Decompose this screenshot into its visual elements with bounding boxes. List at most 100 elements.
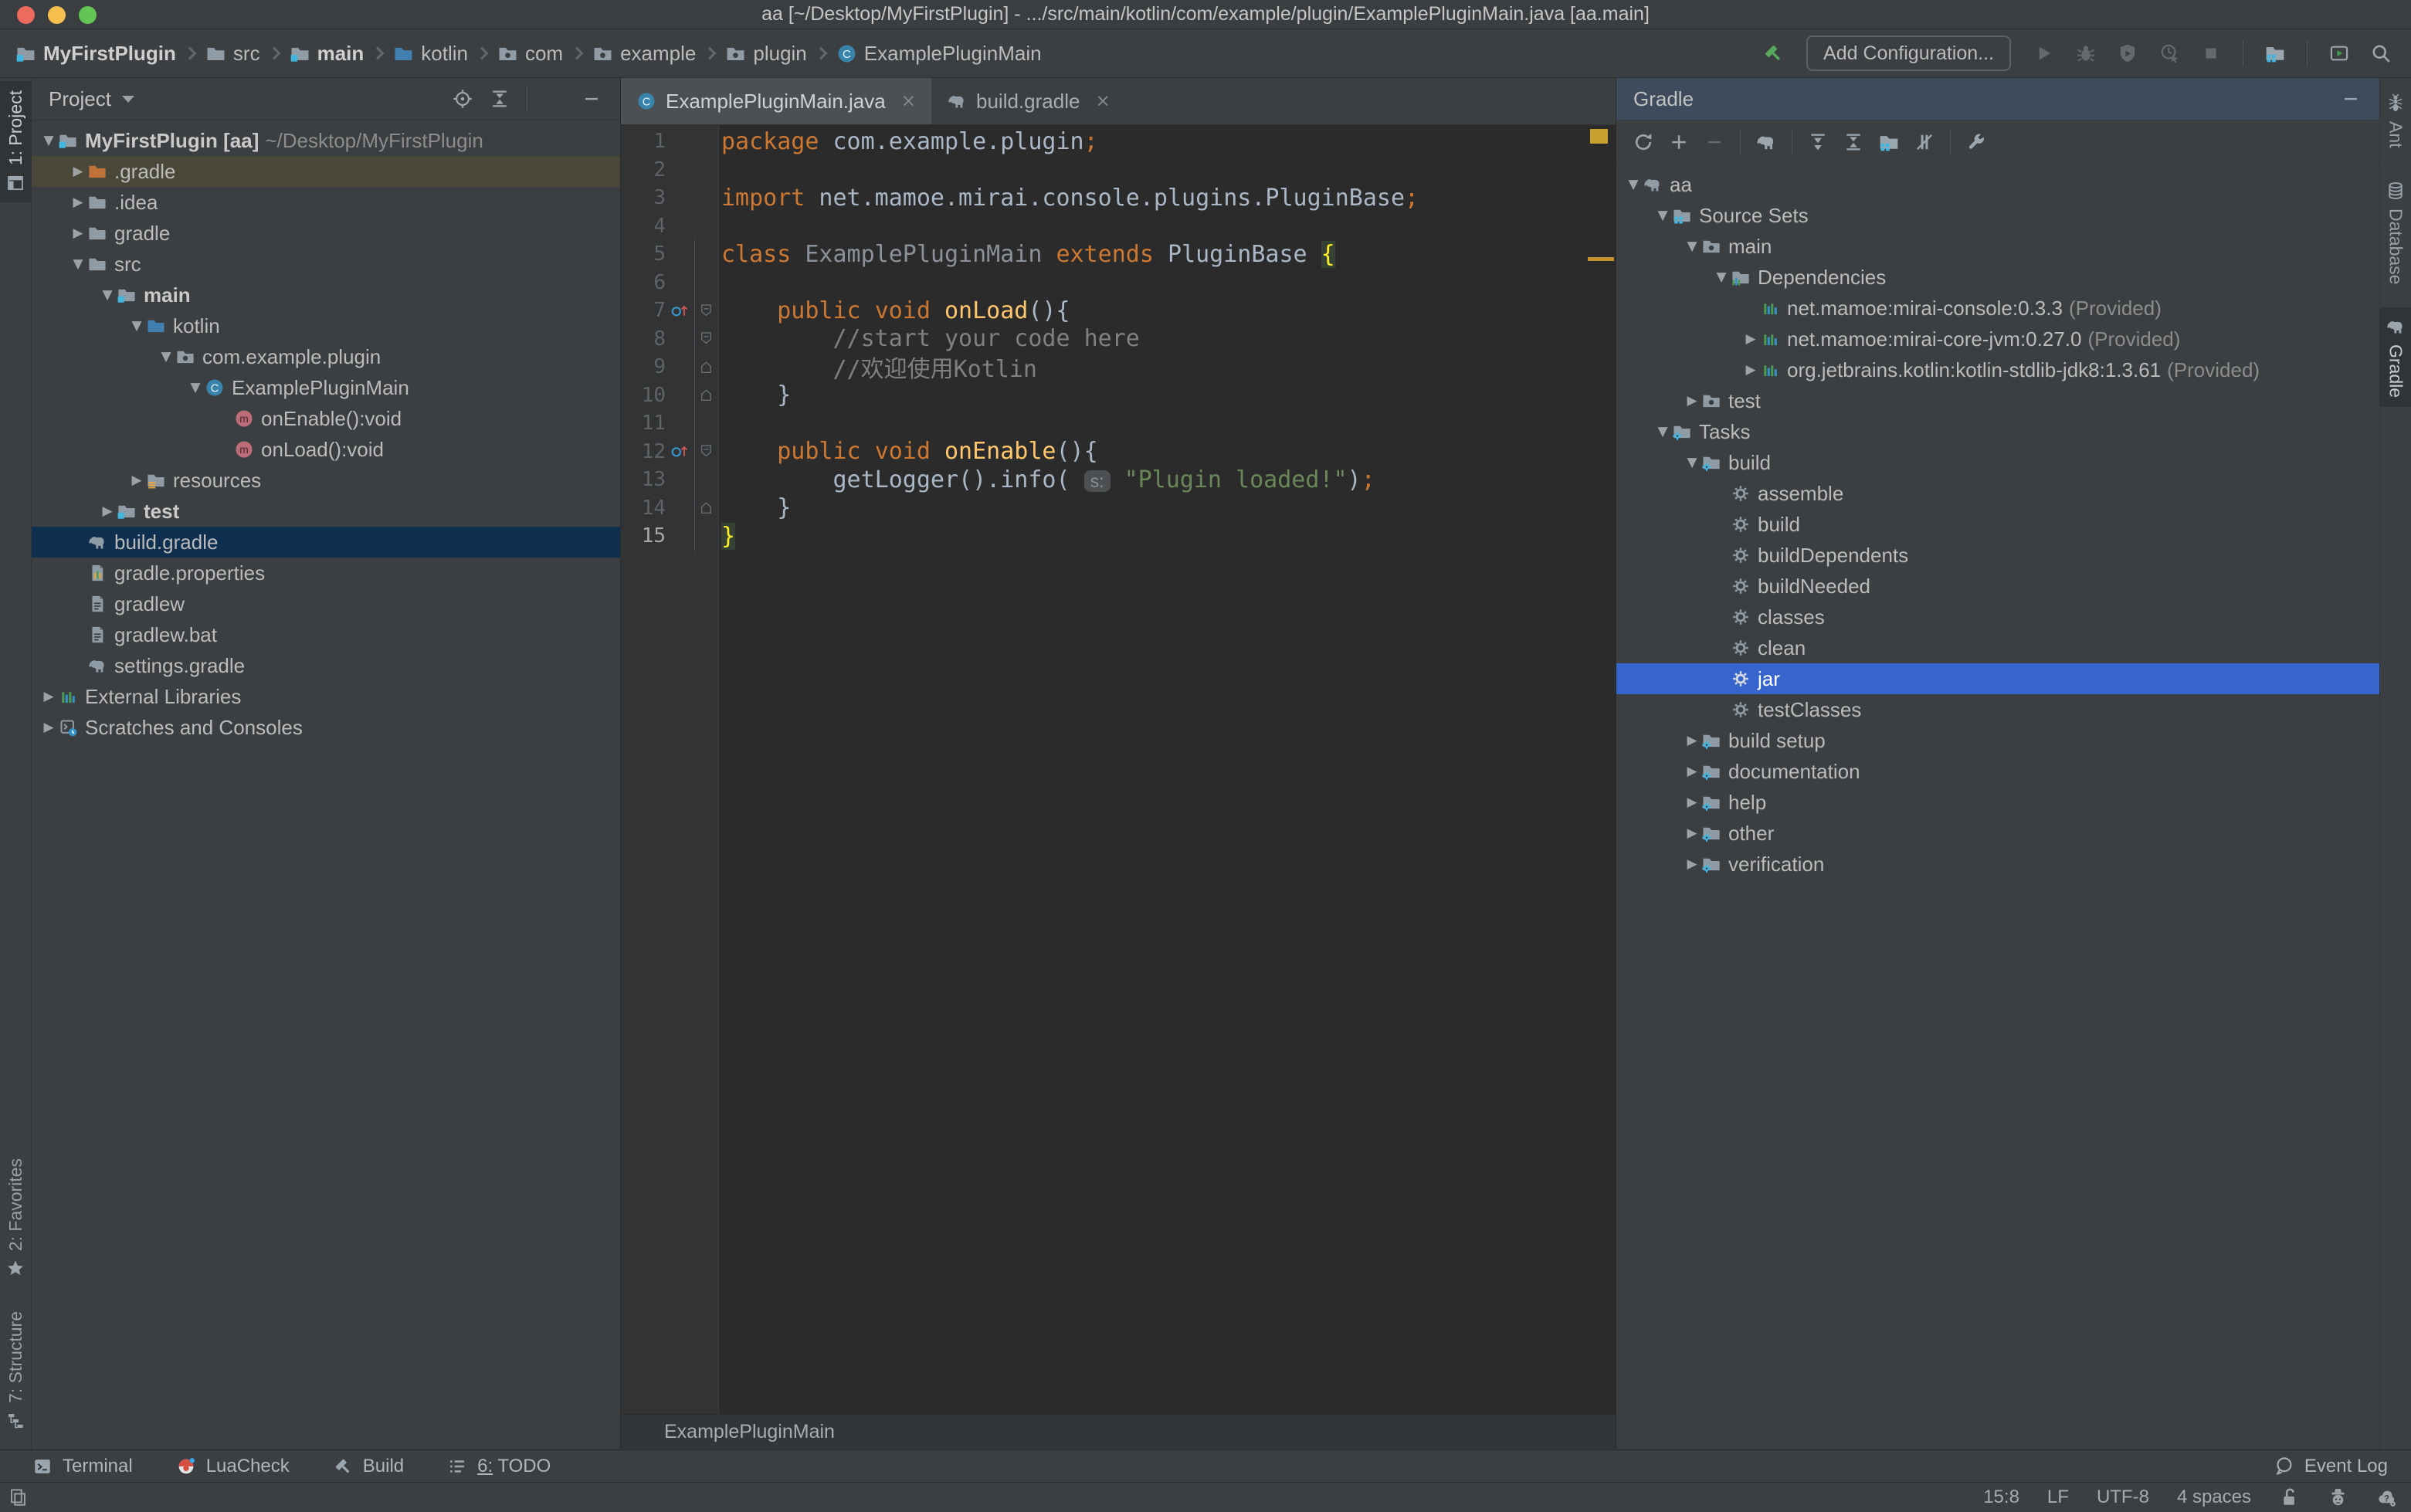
fold-marker[interactable]: [693, 331, 718, 346]
warning-stripe-mark[interactable]: [1588, 257, 1614, 261]
tree-collapsed-arrow-icon[interactable]: ▶: [39, 689, 58, 704]
hide-button[interactable]: [575, 83, 608, 115]
ide-updates[interactable]: [2376, 1487, 2397, 1508]
fold-marker[interactable]: [693, 360, 718, 375]
code-line-15[interactable]: 15}: [621, 522, 1616, 551]
tree-item[interactable]: ▶test: [32, 496, 620, 527]
tree-collapsed-arrow-icon[interactable]: ▶: [1683, 825, 1701, 841]
toggle-offline-mode-button[interactable]: [1908, 126, 1941, 158]
code-line-12[interactable]: 12 public void onEnable(){: [621, 438, 1616, 466]
project-panel-title[interactable]: Project: [49, 87, 111, 111]
run-anything-button[interactable]: [2323, 37, 2355, 69]
code-line-2[interactable]: 2: [621, 156, 1616, 185]
tool-stripe-button-7-Structure[interactable]: 7: Structure: [0, 1302, 31, 1440]
code-line-1[interactable]: 1package com.example.plugin;: [621, 127, 1616, 156]
tree-item[interactable]: ▼aa: [1616, 169, 2379, 200]
project-structure-button[interactable]: [2259, 37, 2291, 69]
indent-style[interactable]: 4 spaces: [2177, 1487, 2251, 1508]
tree-item[interactable]: ▼MyFirstPlugin [aa]~/Desktop/MyFirstPlug…: [32, 125, 620, 156]
tree-item[interactable]: onEnable():void: [32, 403, 620, 434]
gradle-settings-button[interactable]: [1960, 126, 1992, 158]
select-opened-file-button[interactable]: [446, 83, 479, 115]
inspection-indicator[interactable]: [1590, 129, 1608, 144]
highlighting-level[interactable]: [2328, 1487, 2348, 1508]
tree-expanded-arrow-icon[interactable]: ▼: [1683, 239, 1701, 254]
tool-window-button-Terminal[interactable]: Terminal: [32, 1456, 133, 1477]
tree-expanded-arrow-icon[interactable]: ▼: [1653, 208, 1672, 223]
tree-expanded-arrow-icon[interactable]: ▼: [69, 256, 87, 272]
tree-item[interactable]: ▶.idea: [32, 187, 620, 218]
tree-item[interactable]: ▶test: [1616, 385, 2379, 416]
tree-collapsed-arrow-icon[interactable]: ▶: [69, 225, 87, 241]
tool-stripe-button-2-Favorites[interactable]: 2: Favorites: [0, 1149, 31, 1288]
tree-item[interactable]: ▶resources: [32, 465, 620, 496]
tree-item[interactable]: assemble: [1616, 478, 2379, 509]
build-project-button[interactable]: [1757, 37, 1789, 69]
fold-marker[interactable]: [693, 303, 718, 318]
hide-button[interactable]: [2335, 83, 2367, 115]
options-button[interactable]: [538, 83, 571, 115]
tree-expanded-arrow-icon[interactable]: ▼: [1683, 455, 1701, 470]
tree-item[interactable]: ▼build: [1616, 447, 2379, 478]
execute-gradle-task-button[interactable]: [1750, 126, 1782, 158]
tree-expanded-arrow-icon[interactable]: ▼: [1712, 270, 1731, 285]
file-encoding[interactable]: UTF-8: [2097, 1487, 2149, 1508]
tree-expanded-arrow-icon[interactable]: ▼: [127, 318, 146, 334]
tree-item[interactable]: ▶External Libraries: [32, 681, 620, 712]
tree-expanded-arrow-icon[interactable]: ▼: [39, 133, 58, 148]
code-line-14[interactable]: 14 }: [621, 494, 1616, 523]
tree-item[interactable]: buildDependents: [1616, 540, 2379, 571]
readonly-toggle[interactable]: [2279, 1487, 2300, 1508]
zoom-button[interactable]: [79, 6, 97, 24]
tree-collapsed-arrow-icon[interactable]: ▶: [1683, 393, 1701, 409]
breadcrumb-item-example[interactable]: example: [591, 42, 697, 66]
tree-collapsed-arrow-icon[interactable]: ▶: [1683, 795, 1701, 810]
tree-item[interactable]: ▶documentation: [1616, 756, 2379, 787]
tree-item[interactable]: ▼ExamplePluginMain: [32, 372, 620, 403]
tree-expanded-arrow-icon[interactable]: ▼: [186, 380, 205, 395]
editor-tab-ExamplePluginMain.java[interactable]: ExamplePluginMain.java×: [621, 78, 931, 124]
close-button[interactable]: [17, 6, 35, 24]
code-line-9[interactable]: 9 //欢迎使用Kotlin: [621, 353, 1616, 381]
tree-item[interactable]: classes: [1616, 602, 2379, 632]
fold-marker[interactable]: [693, 444, 718, 459]
tree-item[interactable]: ▶Scratches and Consoles: [32, 712, 620, 743]
reimport-gradle-button[interactable]: [1627, 126, 1660, 158]
tool-stripe-button-Gradle[interactable]: Gradle: [2380, 307, 2411, 407]
fold-marker[interactable]: [693, 388, 718, 402]
tree-collapsed-arrow-icon[interactable]: ▶: [1683, 856, 1701, 872]
breadcrumb-item-MyFirstPlugin[interactable]: MyFirstPlugin: [14, 42, 178, 66]
tree-item[interactable]: ▼com.example.plugin: [32, 341, 620, 372]
tree-item[interactable]: ▶.gradle: [32, 156, 620, 187]
breadcrumb-item-com[interactable]: com: [496, 42, 565, 66]
tree-item[interactable]: jar: [1616, 663, 2379, 694]
breadcrumb-item-main[interactable]: main: [288, 42, 366, 66]
tree-item[interactable]: net.mamoe:mirai-console:0.3.3(Provided): [1616, 293, 2379, 324]
tree-item[interactable]: build.gradle: [32, 527, 620, 558]
tree-item[interactable]: testClasses: [1616, 694, 2379, 725]
expand-all-button[interactable]: [1802, 126, 1834, 158]
options-button[interactable]: [2297, 83, 2330, 115]
editor-breadcrumb[interactable]: ExamplePluginMain: [621, 1414, 1616, 1449]
line-separator[interactable]: LF: [2047, 1487, 2069, 1508]
breadcrumb-item-src[interactable]: src: [204, 42, 262, 66]
code-line-8[interactable]: 8 //start your code here: [621, 325, 1616, 354]
tree-item[interactable]: build: [1616, 509, 2379, 540]
tree-collapsed-arrow-icon[interactable]: ▶: [1741, 362, 1760, 378]
tree-collapsed-arrow-icon[interactable]: ▶: [69, 195, 87, 210]
tree-item[interactable]: ▼kotlin: [32, 310, 620, 341]
tree-item[interactable]: ▶verification: [1616, 849, 2379, 880]
tree-expanded-arrow-icon[interactable]: ▼: [1653, 424, 1672, 439]
tree-item[interactable]: onLoad():void: [32, 434, 620, 465]
code-line-10[interactable]: 10 }: [621, 381, 1616, 410]
collapse-all-button[interactable]: [1837, 126, 1870, 158]
tree-item[interactable]: ▼main: [32, 280, 620, 310]
tree-collapsed-arrow-icon[interactable]: ▶: [127, 473, 146, 488]
group-tasks-button[interactable]: [1873, 126, 1905, 158]
tree-collapsed-arrow-icon[interactable]: ▶: [39, 720, 58, 735]
tree-expanded-arrow-icon[interactable]: ▼: [157, 349, 175, 364]
tree-item[interactable]: ▶gradle: [32, 218, 620, 249]
minimize-button[interactable]: [48, 6, 66, 24]
tool-stripe-button-1-Project[interactable]: 1: Project: [0, 81, 31, 202]
editor-tab-build.gradle[interactable]: build.gradle×: [931, 78, 1126, 124]
